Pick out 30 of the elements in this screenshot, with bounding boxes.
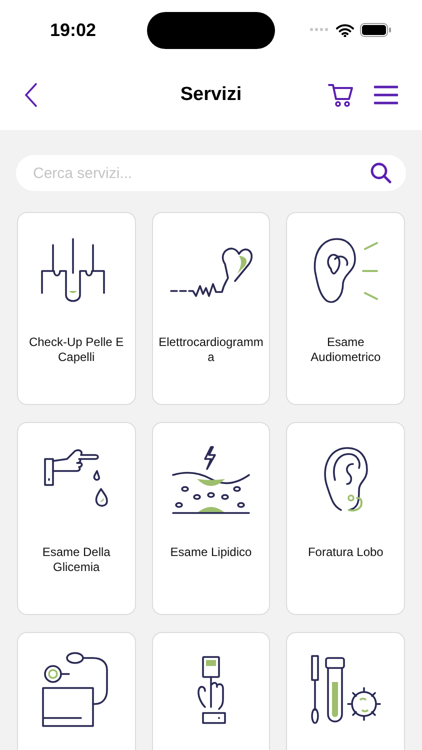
page-title: Servizi [180, 82, 242, 107]
service-card[interactable]: Foratura Lobo [286, 422, 405, 615]
service-card[interactable]: Check-Up Pelle E Capelli [17, 212, 136, 405]
search-icon [370, 162, 392, 184]
service-label: Elettrocardiogramma [158, 335, 264, 365]
ear-earring-icon [322, 446, 369, 514]
swab-test-tube-virus-icon [310, 654, 382, 726]
wifi-icon [336, 24, 354, 36]
service-card[interactable]: Elettrocardiogramma [152, 212, 270, 405]
battery-icon [360, 23, 392, 37]
search-field[interactable]: Cerca servizi... [16, 155, 406, 191]
cellular-signal-icon [310, 28, 330, 32]
service-label: Foratura Lobo [306, 545, 384, 560]
ear-sound-waves-icon [312, 237, 380, 303]
skin-lipid-layers-icon [170, 445, 251, 515]
menu-icon [374, 85, 398, 105]
service-label: Check-Up Pelle E Capelli [28, 335, 125, 365]
service-card[interactable]: Esame Lipidico [152, 422, 270, 615]
cart-button[interactable] [328, 82, 354, 108]
service-card[interactable]: Esame Audiometrico [286, 212, 405, 405]
cart-icon [328, 82, 354, 108]
finger-oximeter-icon [196, 656, 226, 724]
service-label: Esame Della Glicemia [41, 545, 112, 575]
service-label: Esame Audiometrico [310, 335, 382, 365]
menu-button[interactable] [374, 85, 398, 105]
service-label: Esame Lipidico [169, 545, 253, 560]
status-time: 19:02 [50, 18, 98, 42]
service-card[interactable]: Esame Della Glicemia [17, 422, 136, 615]
back-button[interactable] [24, 82, 40, 108]
back-chevron-icon [24, 82, 38, 108]
